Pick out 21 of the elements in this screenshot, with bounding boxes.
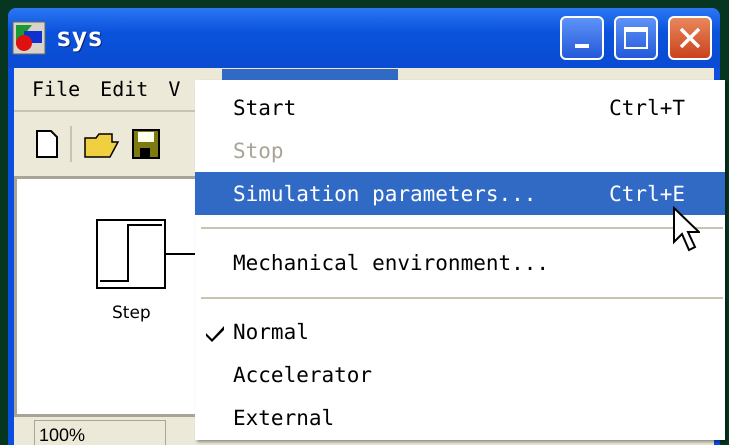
menu-title[interactable]: Edit [92,69,156,109]
close-button[interactable] [668,16,712,60]
menu-title[interactable]: File [24,69,88,109]
zoom-level: 100% [34,420,166,445]
menu-item[interactable]: External [195,396,725,440]
minimize-icon [575,44,589,48]
maximize-icon [623,26,649,50]
window-title: sys [56,23,104,53]
new-file-icon[interactable] [36,130,58,158]
block-label: Step [112,303,151,323]
save-icon[interactable] [132,129,160,159]
maximize-button[interactable] [614,16,658,60]
app-icon [12,21,46,55]
minimize-button[interactable] [560,16,604,60]
menu-item[interactable]: Start Ctrl+T [195,86,725,130]
menu-item[interactable]: Normal [195,310,725,354]
menu-item[interactable]: Simulation parameters... Ctrl+E [195,172,725,216]
close-icon [678,26,702,50]
menu-item[interactable]: Accelerator [195,354,725,397]
menu-title[interactable]: V [160,69,188,109]
menu-item[interactable]: Mechanical environment... [195,241,725,285]
